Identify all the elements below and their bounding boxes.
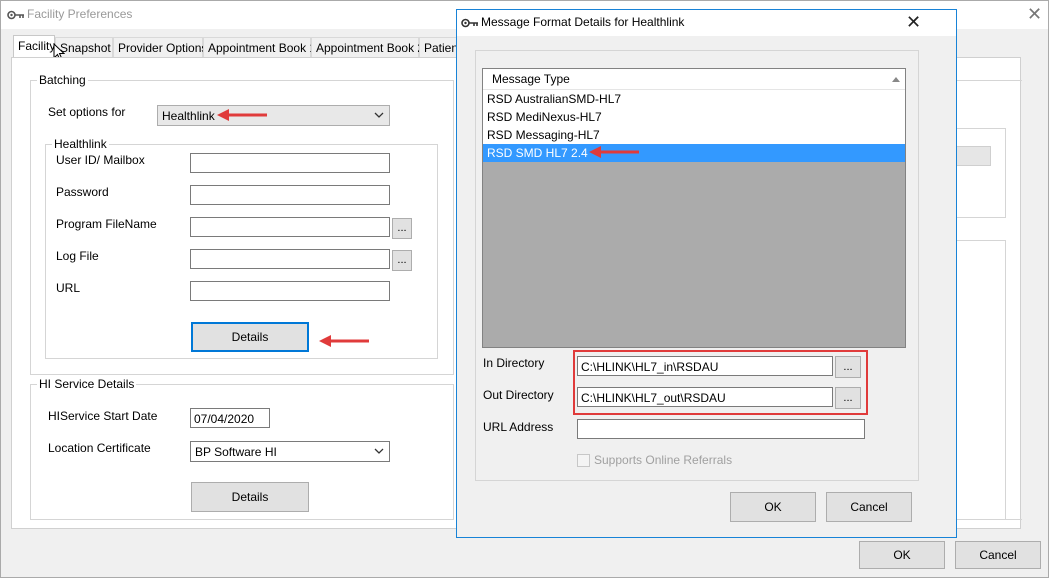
- log-file-label: Log File: [56, 249, 99, 263]
- log-file-input[interactable]: [190, 249, 390, 269]
- dialog-title-bar: Message Format Details for Healthlink ✕: [457, 10, 956, 36]
- hiservice-start-date-input[interactable]: 07/04/2020: [190, 408, 270, 428]
- out-directory-input[interactable]: C:\HLINK\HL7_out\RSDAU: [577, 387, 833, 407]
- list-item-label: RSD Messaging-HL7: [487, 128, 600, 142]
- user-id-label: User ID/ Mailbox: [56, 153, 145, 167]
- annotation-arrow-icon: [589, 146, 639, 158]
- hi-service-details-button[interactable]: Details: [191, 482, 309, 512]
- in-directory-input[interactable]: C:\HLINK\HL7_in\RSDAU: [577, 356, 833, 376]
- batching-legend: Batching: [39, 73, 86, 87]
- list-item-selected[interactable]: RSD SMD HL7 2.4: [483, 144, 905, 162]
- out-directory-label: Out Directory: [483, 388, 554, 402]
- list-item-label: RSD SMD HL7 2.4: [487, 146, 588, 160]
- cancel-label: Cancel: [850, 500, 888, 514]
- ok-label: OK: [893, 548, 911, 562]
- message-format-details-dialog: Message Format Details for Healthlink ✕ …: [456, 9, 957, 538]
- location-certificate-label: Location Certificate: [48, 441, 151, 455]
- list-item-label: RSD AustralianSMD-HL7: [487, 92, 622, 106]
- key-icon: [7, 10, 24, 20]
- url-address-input[interactable]: [577, 419, 865, 439]
- tab-label: Appointment Book 1: [208, 41, 317, 55]
- cancel-label: Cancel: [979, 548, 1017, 562]
- annotation-arrow-icon: [319, 335, 369, 347]
- url-label: URL: [56, 281, 81, 295]
- log-file-browse-button[interactable]: ...: [392, 250, 412, 271]
- program-filename-input[interactable]: [190, 217, 390, 237]
- program-filename-label: Program FileName: [56, 217, 157, 231]
- user-id-input[interactable]: [190, 153, 390, 173]
- tab-label: Snapshot: [60, 41, 111, 55]
- url-input[interactable]: [190, 281, 390, 301]
- hi-service-legend: HI Service Details: [39, 377, 135, 391]
- dialog-title: Message Format Details for Healthlink: [481, 15, 685, 29]
- tab-label: Patient: [424, 41, 459, 55]
- details-button-label: Details: [231, 490, 269, 504]
- tab-provider-options[interactable]: Provider Options: [113, 37, 207, 57]
- main-close-icon[interactable]: ✕: [1027, 6, 1042, 24]
- password-label: Password: [56, 185, 109, 199]
- list-item[interactable]: RSD AustralianSMD-HL7: [483, 90, 905, 108]
- location-certificate-value: BP Software HI: [195, 445, 277, 459]
- set-options-label: Set options for: [48, 105, 126, 119]
- tab-patient[interactable]: Patient: [419, 37, 459, 57]
- main-cancel-button[interactable]: Cancel: [955, 541, 1041, 569]
- tab-facility[interactable]: Facility: [13, 35, 55, 58]
- supports-online-referrals-label: Supports Online Referrals: [594, 453, 733, 467]
- dialog-ok-button[interactable]: OK: [730, 492, 816, 522]
- list-item[interactable]: RSD MediNexus-HL7: [483, 108, 905, 126]
- main-ok-button[interactable]: OK: [859, 541, 945, 569]
- sort-ascending-icon: [892, 77, 900, 82]
- chevron-down-icon: [374, 448, 384, 454]
- supports-online-referrals-checkbox[interactable]: [577, 454, 590, 467]
- location-certificate-dropdown[interactable]: BP Software HI: [190, 441, 390, 462]
- program-filename-browse-button[interactable]: ...: [392, 218, 412, 239]
- message-type-header-label: Message Type: [492, 72, 570, 86]
- set-options-value: Healthlink: [162, 109, 215, 123]
- healthlink-legend: Healthlink: [54, 137, 107, 151]
- dialog-close-icon[interactable]: ✕: [906, 14, 921, 32]
- list-item[interactable]: RSD Messaging-HL7: [483, 126, 905, 144]
- in-directory-label: In Directory: [483, 356, 545, 370]
- main-window-title: Facility Preferences: [27, 7, 133, 21]
- tab-label: Facility: [18, 39, 56, 53]
- dialog-cancel-button[interactable]: Cancel: [826, 492, 912, 522]
- tab-appointment-book-1[interactable]: Appointment Book 1: [203, 37, 316, 57]
- list-item-label: RSD MediNexus-HL7: [487, 110, 602, 124]
- ok-label: OK: [764, 500, 782, 514]
- message-type-header[interactable]: Message Type: [483, 69, 905, 90]
- annotation-arrow-icon: [217, 109, 267, 121]
- key-icon: [461, 18, 478, 28]
- hiservice-start-date-label: HIService Start Date: [48, 409, 158, 423]
- tab-label: Provider Options: [118, 41, 208, 55]
- in-directory-browse-button[interactable]: ...: [835, 356, 861, 378]
- password-input[interactable]: [190, 185, 390, 205]
- details-button-label: Details: [231, 330, 269, 344]
- tab-label: Appointment Book 2: [316, 41, 425, 55]
- tab-appointment-book-2[interactable]: Appointment Book 2: [311, 37, 424, 57]
- chevron-down-icon: [374, 112, 384, 118]
- set-options-dropdown[interactable]: Healthlink: [157, 105, 390, 126]
- healthlink-details-button[interactable]: Details: [191, 322, 309, 352]
- out-directory-browse-button[interactable]: ...: [835, 387, 861, 409]
- message-type-list[interactable]: Message Type RSD AustralianSMD-HL7 RSD M…: [482, 68, 906, 348]
- url-address-label: URL Address: [483, 420, 554, 434]
